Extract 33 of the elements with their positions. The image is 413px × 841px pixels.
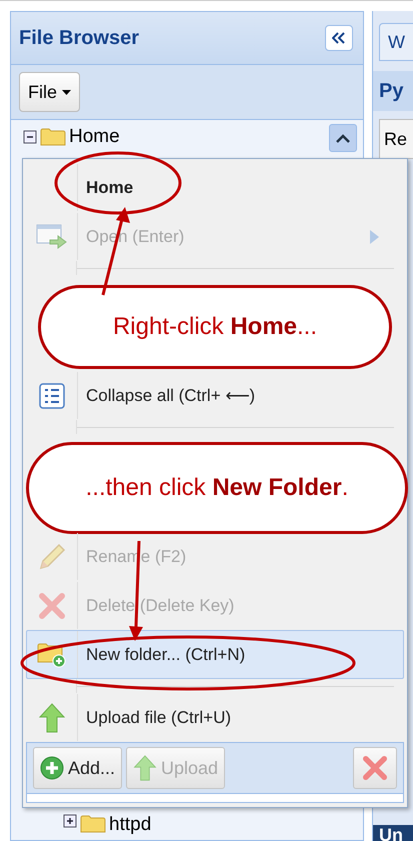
up-arrow-icon xyxy=(39,702,65,732)
chevron-up-icon xyxy=(336,134,350,142)
menu-item[interactable]: New folder... (Ctrl+N) xyxy=(26,630,404,679)
tree-item[interactable]: httpd xyxy=(11,814,363,840)
callout-text: Right-click Home... xyxy=(112,313,318,341)
minus-box-icon[interactable] xyxy=(23,130,37,144)
caret-icon xyxy=(62,90,72,94)
up-arrow-icon xyxy=(133,755,158,781)
collapse-panel-button[interactable] xyxy=(324,25,353,51)
delete-icon xyxy=(39,592,65,618)
folder-icon xyxy=(40,127,66,147)
menu-item[interactable]: Upload file (Ctrl+U) xyxy=(26,693,404,742)
callout-text: ...then click New Folder. xyxy=(86,474,348,502)
tab[interactable]: W xyxy=(378,23,413,61)
add-folder-icon xyxy=(37,642,67,668)
double-chevron-left-icon xyxy=(332,32,346,44)
tree-item[interactable]: Home xyxy=(11,120,363,154)
file-menu-button[interactable]: File xyxy=(19,72,80,112)
plus-circle-icon xyxy=(40,756,64,780)
menu-item[interactable]: Collapse all (Ctrl+ ⟵) xyxy=(26,371,404,420)
close-icon xyxy=(363,756,387,780)
status-label: Un xyxy=(372,825,413,841)
folder-icon xyxy=(80,814,106,834)
list-icon xyxy=(39,382,65,408)
scroll-up-button[interactable] xyxy=(328,124,357,152)
panel-title: Py xyxy=(378,80,404,102)
add-button[interactable]: Add... xyxy=(33,747,122,789)
pencil-icon xyxy=(37,542,67,572)
plus-box-icon[interactable] xyxy=(63,814,77,828)
window-arrow-icon xyxy=(36,222,68,250)
panel-title: File Browser xyxy=(19,26,140,50)
toolbar-button[interactable]: Re xyxy=(378,119,413,159)
menu-header: Home xyxy=(26,163,404,212)
